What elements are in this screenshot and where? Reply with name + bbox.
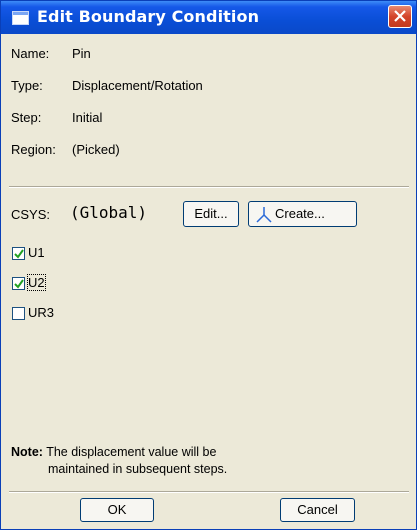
ur3-checkbox[interactable] bbox=[12, 307, 25, 320]
u2-checkbox[interactable] bbox=[12, 277, 25, 290]
u1-label: U1 bbox=[28, 245, 45, 260]
csys-create-label: Create... bbox=[275, 206, 325, 221]
note-text: Note: The displacement value will be mai… bbox=[11, 444, 227, 478]
axes-icon bbox=[256, 207, 272, 223]
close-icon bbox=[394, 10, 406, 22]
csys-label: CSYS: bbox=[11, 207, 51, 222]
type-label: Type: bbox=[11, 78, 43, 93]
checkmark-icon bbox=[14, 279, 24, 289]
note-line-2: maintained in subsequent steps. bbox=[48, 462, 228, 476]
cancel-button[interactable]: Cancel bbox=[280, 498, 355, 522]
note-line-1: The displacement value will be bbox=[46, 445, 217, 459]
window-app-icon bbox=[12, 11, 29, 25]
ok-label: OK bbox=[107, 502, 127, 517]
ur3-label: UR3 bbox=[28, 305, 55, 320]
csys-edit-label: Edit... bbox=[194, 206, 228, 221]
type-value: Displacement/Rotation bbox=[72, 78, 203, 93]
cancel-label: Cancel bbox=[297, 502, 338, 517]
csys-value: (Global) bbox=[70, 203, 148, 222]
csys-edit-button[interactable]: Edit... bbox=[183, 201, 239, 227]
separator bbox=[9, 186, 409, 188]
edit-boundary-condition-dialog: Edit Boundary Condition Name: Pin Type: … bbox=[0, 0, 417, 530]
note-title: Note: bbox=[11, 445, 43, 459]
dialog-title: Edit Boundary Condition bbox=[37, 7, 260, 26]
u1-checkbox[interactable] bbox=[12, 247, 25, 260]
region-label: Region: bbox=[11, 142, 56, 157]
csys-create-button[interactable]: Create... bbox=[248, 201, 357, 227]
u2-label: U2 bbox=[27, 274, 46, 291]
close-button[interactable] bbox=[388, 5, 412, 28]
name-label: Name: bbox=[11, 46, 50, 61]
footer-separator bbox=[9, 491, 409, 493]
checkmark-icon bbox=[14, 249, 24, 259]
step-value: Initial bbox=[72, 110, 103, 125]
step-label: Step: bbox=[11, 110, 42, 125]
title-bar[interactable]: Edit Boundary Condition bbox=[1, 1, 416, 34]
ok-button[interactable]: OK bbox=[80, 498, 154, 522]
name-value: Pin bbox=[72, 46, 91, 61]
region-value: (Picked) bbox=[72, 142, 120, 157]
